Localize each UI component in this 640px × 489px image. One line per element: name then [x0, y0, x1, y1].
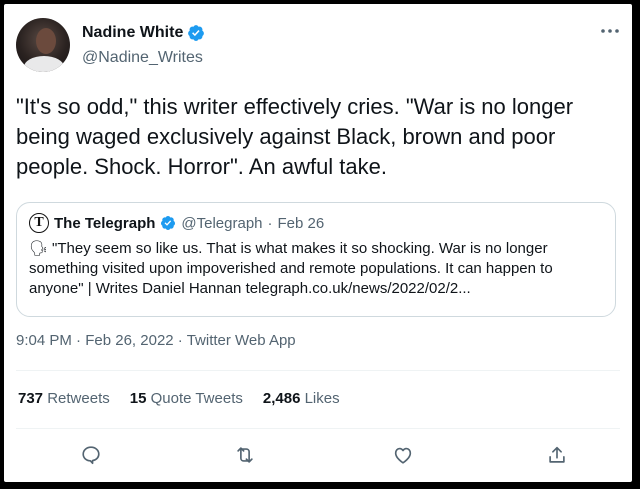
- quoted-date[interactable]: Feb 26: [278, 215, 325, 232]
- retweets-stat[interactable]: 737 Retweets: [18, 390, 110, 407]
- quoted-tweet[interactable]: T The Telegraph @Telegraph · Feb 26 🗣 "Th…: [16, 202, 616, 317]
- quoted-display-name[interactable]: The Telegraph: [54, 215, 155, 232]
- tweet-text: "It's so odd," this writer effectively c…: [16, 94, 574, 179]
- retweet-icon[interactable]: [230, 440, 260, 470]
- retweets-label: Retweets: [47, 390, 110, 407]
- tweet-card: Nadine White @Nadine_Writes "It's so odd…: [4, 4, 632, 482]
- author-name-row: Nadine White: [82, 24, 205, 42]
- author-display-name[interactable]: Nadine White: [82, 24, 183, 42]
- separator-dot: ·: [76, 332, 82, 349]
- quoted-tweet-header: T The Telegraph @Telegraph · Feb 26: [29, 213, 324, 233]
- quoted-text-body: "They seem so like us. That is what make…: [29, 240, 553, 297]
- more-horizontal-icon[interactable]: [600, 24, 620, 35]
- tweet-date[interactable]: Feb 26, 2022: [85, 332, 173, 349]
- retweets-count: 737: [18, 390, 44, 407]
- tweet-meta: 9:04 PM · Feb 26, 2022 · Twitter Web App: [16, 332, 296, 349]
- avatar[interactable]: [16, 18, 70, 72]
- quoted-tweet-text: 🗣 "They seem so like us. That is what mak…: [29, 239, 607, 299]
- divider: [16, 428, 620, 429]
- likes-count: 2,486: [262, 390, 301, 407]
- tweet-actions: [4, 440, 632, 476]
- verified-badge-icon: [161, 216, 176, 230]
- speaking-head-icon: 🗣: [29, 240, 49, 257]
- author-handle[interactable]: @Nadine_Writes: [82, 49, 203, 67]
- likes-label: Likes: [304, 390, 340, 407]
- separator-dot: ·: [267, 214, 273, 232]
- quote-tweets-stat[interactable]: 15 Quote Tweets: [130, 390, 243, 407]
- avatar-face: [36, 28, 56, 54]
- quote-tweets-count: 15: [129, 390, 147, 407]
- tweet-stats: 737 Retweets 15 Quote Tweets 2,486 Likes: [18, 390, 340, 407]
- tweet-time[interactable]: 9:04 PM: [16, 332, 72, 349]
- reply-icon[interactable]: [76, 440, 106, 470]
- tweet-source[interactable]: Twitter Web App: [187, 332, 296, 349]
- avatar-shirt: [24, 56, 64, 72]
- telegraph-logo-icon: T: [29, 213, 49, 233]
- quote-tweets-label: Quote Tweets: [150, 390, 243, 407]
- divider: [16, 370, 620, 371]
- separator-dot: ·: [177, 332, 183, 349]
- likes-stat[interactable]: 2,486 Likes: [263, 390, 340, 407]
- verified-badge-icon: [188, 25, 205, 41]
- quoted-handle: @Telegraph: [181, 214, 263, 232]
- share-icon[interactable]: [542, 440, 572, 470]
- like-icon[interactable]: [388, 440, 418, 470]
